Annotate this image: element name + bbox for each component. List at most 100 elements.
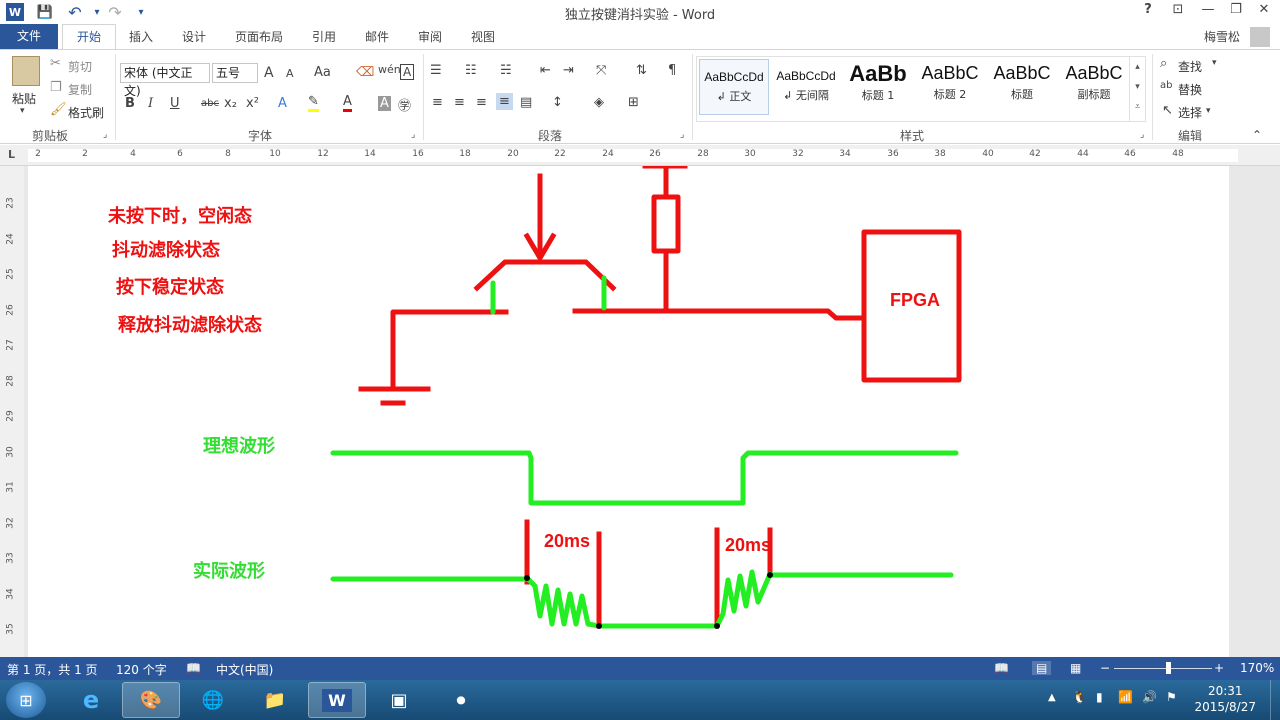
tab-references[interactable]: 引用 [312,28,336,45]
multilevel-list-icon[interactable]: ☵ [500,63,512,78]
file-explorer-icon[interactable]: 📁 [246,682,304,718]
italic-button[interactable]: I [148,96,153,111]
word-count[interactable]: 120 个字 [116,661,167,678]
minimize-button[interactable]: — [1196,2,1220,22]
vertical-ruler[interactable]: 23 24 25 26 27 28 29 30 31 32 33 34 35 [0,166,24,657]
tab-review[interactable]: 审阅 [418,28,442,45]
align-left-icon[interactable]: ≡ [432,95,443,110]
read-mode-icon[interactable]: 📖 [994,661,1009,675]
web-layout-icon[interactable]: ▦ [1070,661,1081,675]
style-no-spacing[interactable]: AaBbCcDd ↲ 无间隔 [771,59,841,115]
volume-icon[interactable]: 🔊 [1142,690,1157,704]
ribbon-display-options-button[interactable]: ⊡ [1166,2,1190,22]
format-painter-button[interactable]: 格式刷 [68,104,104,121]
close-button[interactable]: ✕ [1252,2,1276,22]
character-border-icon[interactable]: A [400,64,415,80]
style-normal[interactable]: AaBbCcDd ↲ 正文 [699,59,769,115]
battery-icon[interactable]: ▮ [1096,690,1103,704]
paste-icon[interactable] [12,56,40,86]
justify-icon[interactable]: ≡ [496,93,513,110]
grow-font-icon[interactable]: A [264,65,274,81]
zoom-slider[interactable] [1114,668,1212,669]
numbering-icon[interactable]: ☷ [465,63,477,78]
cut-icon[interactable]: ✂ [50,56,61,71]
subscript-button[interactable]: x₂ [224,96,237,111]
find-icon[interactable]: ⌕ [1160,56,1167,71]
clipboard-launcher-icon[interactable]: ⌟ [103,130,107,140]
print-layout-icon[interactable]: ▤ [1032,661,1052,675]
font-name-combo[interactable]: 宋体 (中文正文) [120,63,210,98]
word-taskbar-icon[interactable]: W [308,682,366,718]
text-effects-icon[interactable]: A [278,96,287,111]
clear-formatting-icon[interactable]: ⌫ [356,65,374,80]
shading-icon[interactable]: ◈ [594,95,604,110]
tab-selector[interactable]: L [8,148,15,161]
tab-design[interactable]: 设计 [182,28,206,45]
font-color-icon[interactable]: A [343,94,352,112]
copy-button[interactable]: 复制 [68,81,92,98]
find-button[interactable]: 查找 [1178,58,1202,75]
copy-icon[interactable]: ❐ [50,80,62,95]
document-page[interactable]: 未按下时，空闲态 抖动滤除状态 按下稳定状态 释放抖动滤除状态 FPGA 理想波… [28,166,1229,657]
cut-button[interactable]: 剪切 [68,58,92,75]
network-app-icon[interactable]: 🌐 [184,682,242,718]
highlight-color-icon[interactable]: ✎ [308,94,319,112]
system-clock[interactable]: 20:31 2015/8/27 [1194,683,1256,715]
proofing-icon[interactable]: 📖 [186,661,201,675]
tab-mailings[interactable]: 邮件 [365,28,389,45]
zoom-slider-thumb[interactable] [1166,662,1171,674]
show-desktop-button[interactable] [1270,680,1280,720]
increase-indent-icon[interactable]: ⇥ [563,63,574,78]
styles-launcher-icon[interactable]: ⌟ [1140,130,1144,140]
decrease-indent-icon[interactable]: ⇤ [540,63,551,78]
zoom-level[interactable]: 170% [1240,661,1274,675]
replace-button[interactable]: 替换 [1178,81,1202,98]
page-count[interactable]: 第 1 页，共 1 页 [7,661,98,678]
paint-icon[interactable]: 🎨 [122,682,180,718]
select-dropdown-icon[interactable]: ▾ [1206,106,1211,116]
show-formatting-icon[interactable]: ¶ [668,63,676,78]
tab-page-layout[interactable]: 页面布局 [235,28,283,45]
tab-home[interactable]: 开始 [62,24,116,49]
select-button[interactable]: 选择 [1178,104,1202,121]
strikethrough-button[interactable]: abc [201,98,219,109]
shrink-font-icon[interactable]: A [286,67,294,80]
avatar[interactable] [1250,27,1270,47]
tab-insert[interactable]: 插入 [129,28,153,45]
find-dropdown-icon[interactable]: ▾ [1212,58,1217,68]
underline-button[interactable]: U [170,96,180,111]
sort-icon[interactable]: ⇅ [636,63,647,78]
format-painter-icon[interactable]: 🖌 [50,102,67,117]
change-case-icon[interactable]: Aa [314,65,331,80]
language-indicator[interactable]: 中文(中国) [216,661,273,678]
zoom-in-button[interactable]: + [1214,661,1224,675]
recorder-app-icon[interactable]: ⏺ [432,682,490,718]
internet-explorer-icon[interactable]: e [62,682,120,718]
help-button[interactable]: ? [1136,2,1160,22]
replace-icon[interactable]: ab [1160,80,1172,91]
style-heading-1[interactable]: AaBb 标题 1 [843,59,913,115]
paragraph-launcher-icon[interactable]: ⌟ [680,130,684,140]
start-orb-icon[interactable]: ⊞ [6,682,46,718]
paste-button[interactable]: 粘贴 [12,90,36,107]
qq-icon[interactable]: 🐧 [1072,690,1087,704]
style-subtitle[interactable]: AaBbC 副标题 [1059,59,1129,115]
user-account[interactable]: 梅雪松 [1204,28,1240,45]
style-heading-2[interactable]: AaBbC 标题 2 [915,59,985,115]
borders-icon[interactable]: ⊞ [628,95,639,110]
restore-button[interactable]: ❐ [1224,2,1248,22]
phonetic-guide-icon[interactable]: wén [378,63,401,76]
bold-button[interactable]: B [125,96,135,111]
select-icon[interactable]: ↖ [1162,103,1173,118]
action-center-icon[interactable]: ⚑ [1166,690,1177,704]
font-launcher-icon[interactable]: ⌟ [411,130,415,140]
align-center-icon[interactable]: ≡ [454,95,465,110]
tab-view[interactable]: 视图 [471,28,495,45]
horizontal-ruler[interactable]: L 2 2 4 6 8 10 12 14 16 18 20 22 24 26 28 30 32 34 36 38 40 4… [0,145,1280,166]
enclose-characters-icon[interactable]: ㊫ [398,95,411,114]
character-shading-icon[interactable]: A [378,96,391,111]
style-title[interactable]: AaBbC 标题 [987,59,1057,115]
styles-scroll[interactable]: ▴ ▾ ⩡ [1129,57,1145,121]
line-spacing-icon[interactable]: ↕ [552,95,563,110]
align-right-icon[interactable]: ≡ [476,95,487,110]
